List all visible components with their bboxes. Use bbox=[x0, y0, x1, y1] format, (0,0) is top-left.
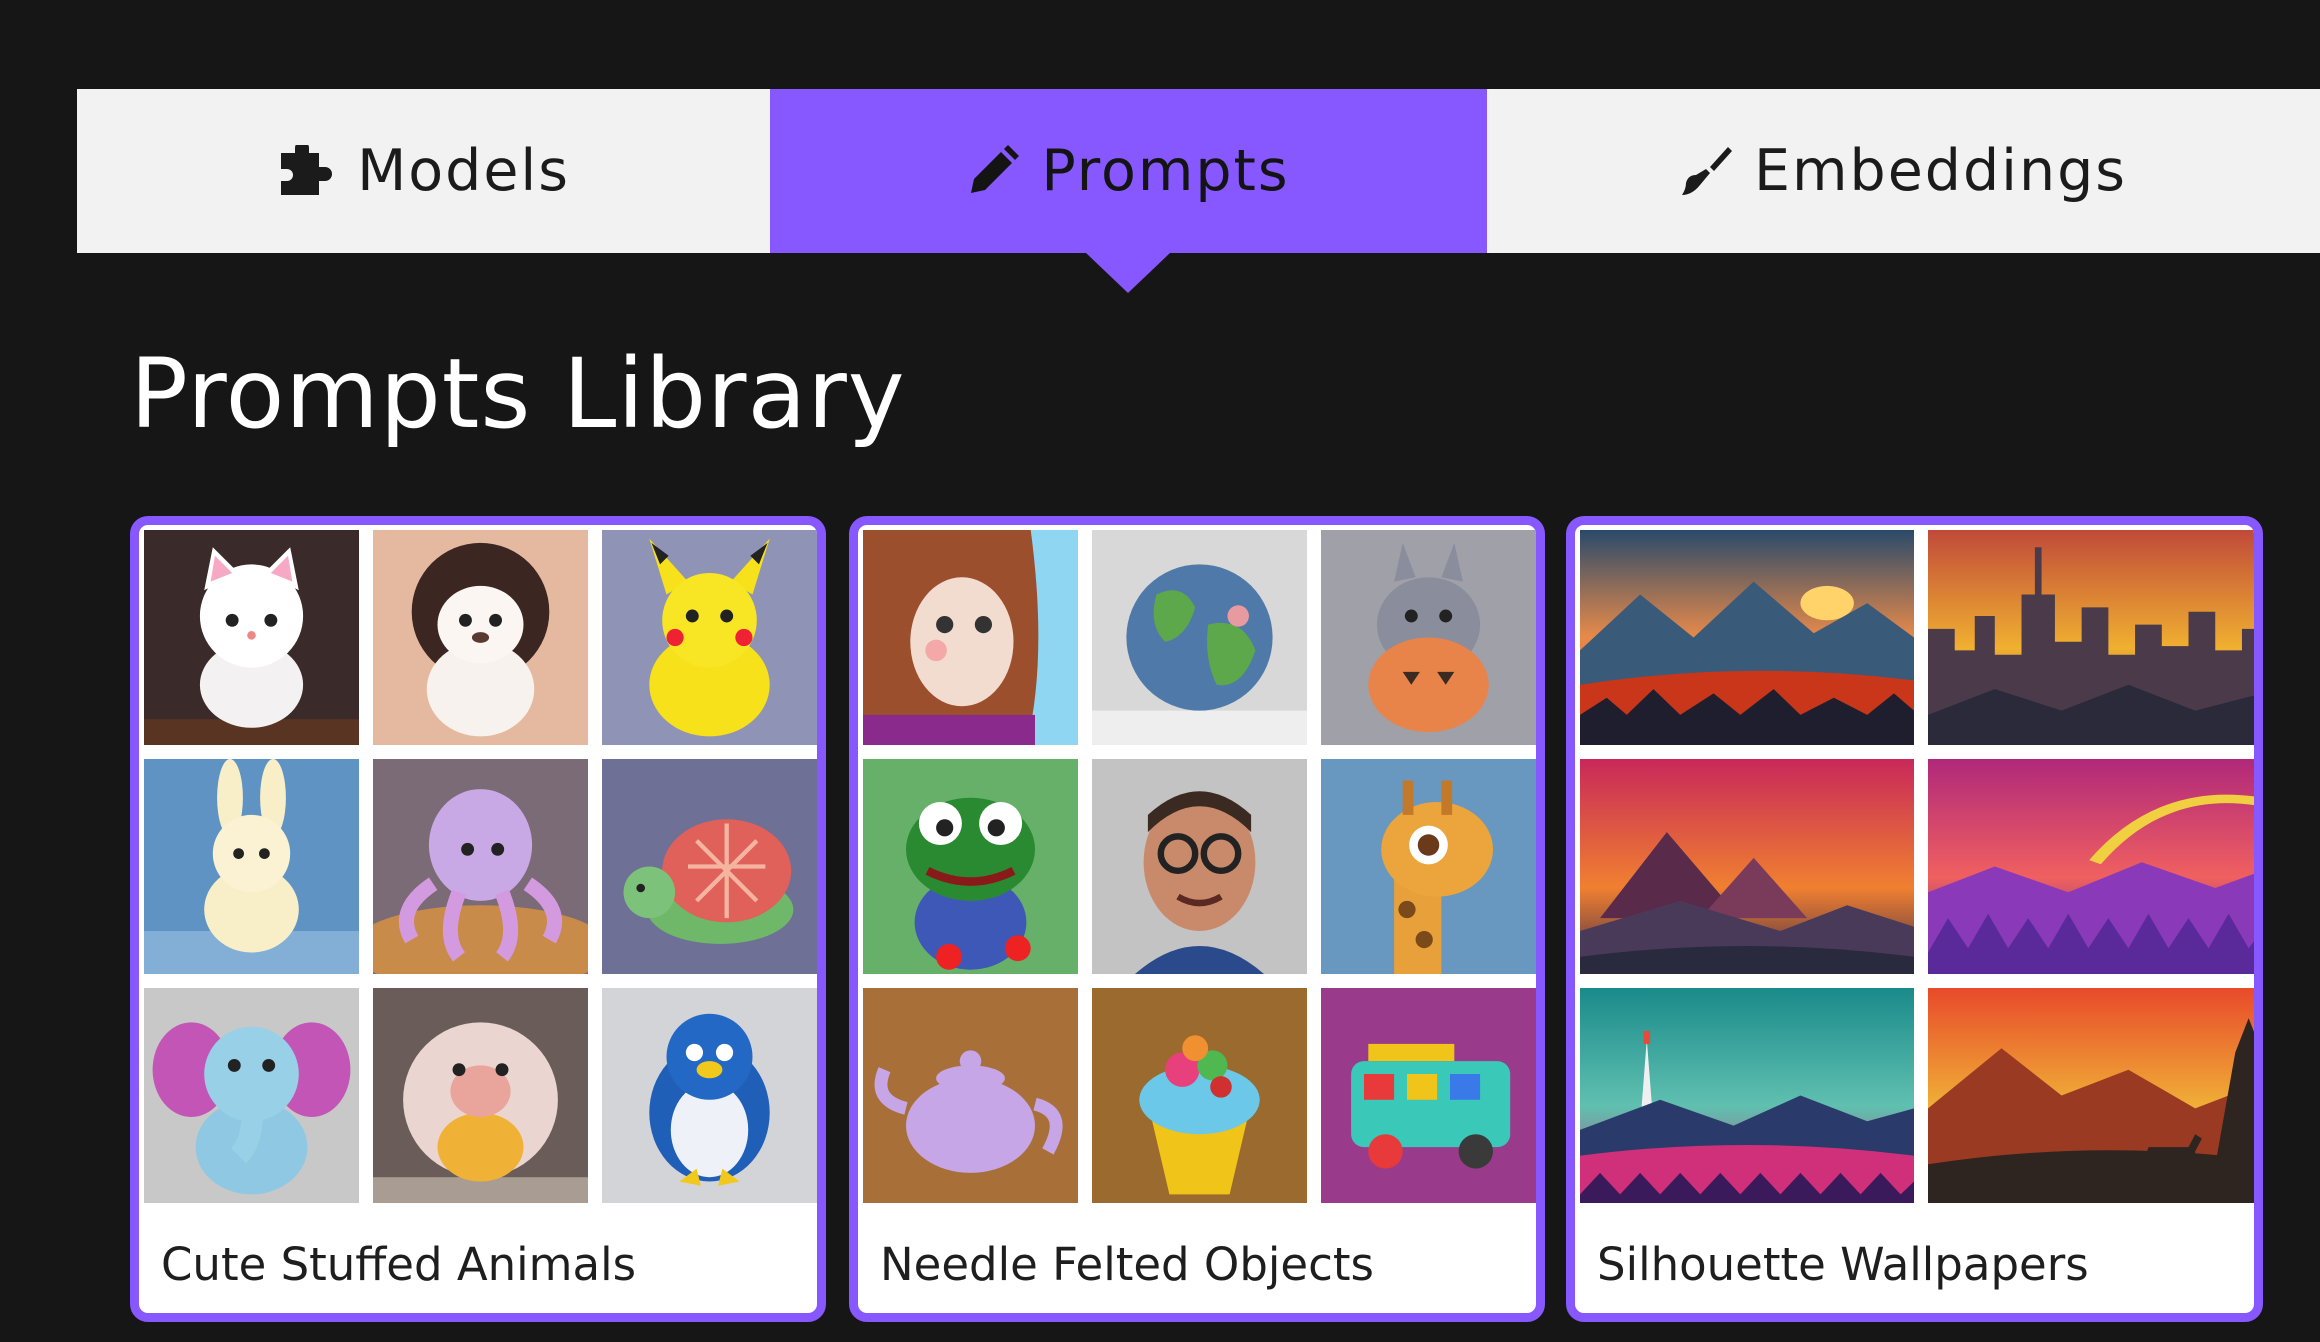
prompt-card-silhouette-wallpapers[interactable]: Silhouette Wallpapers bbox=[1566, 516, 2263, 1322]
tab-models[interactable]: Models bbox=[77, 89, 770, 253]
thumbnail-lion-plush bbox=[373, 530, 588, 745]
thumbnail-felted-frog bbox=[863, 759, 1078, 974]
thumbnail-rocket-launch bbox=[1580, 988, 1914, 1203]
thumbnail-turtle-plush bbox=[602, 759, 817, 974]
page-title: Prompts Library bbox=[130, 338, 906, 450]
card-title: Cute Stuffed Animals bbox=[161, 1238, 637, 1291]
thumbnail-deer-sunset bbox=[1928, 988, 2254, 1203]
thumbnail-hedgehog-plush bbox=[373, 988, 588, 1203]
thumbnail-grid bbox=[863, 530, 1536, 1203]
thumbnail-city-skyline bbox=[1928, 530, 2254, 745]
thumbnail-felted-totoro bbox=[1321, 530, 1536, 745]
pencil-icon bbox=[967, 145, 1020, 197]
thumbnail-felted-girl bbox=[863, 530, 1078, 745]
active-tab-pointer bbox=[1086, 253, 1170, 293]
thumbnail-felted-globe bbox=[1092, 530, 1307, 745]
tab-label: Embeddings bbox=[1754, 138, 2127, 204]
thumbnail-kitten-plush bbox=[144, 530, 359, 745]
tab-label: Prompts bbox=[1041, 138, 1290, 204]
thumbnail-bunny-plush bbox=[144, 759, 359, 974]
thumbnail-penguin-plush bbox=[602, 988, 817, 1203]
card-title: Needle Felted Objects bbox=[880, 1238, 1374, 1291]
thumbnail-felted-teapot bbox=[863, 988, 1078, 1203]
tab-embeddings[interactable]: Embeddings bbox=[1487, 89, 2320, 253]
category-tabs: Models Prompts Embeddings bbox=[77, 89, 2320, 253]
prompt-card-cute-stuffed-animals[interactable]: Cute Stuffed Animals bbox=[130, 516, 826, 1322]
thumbnail-mountain-sunset bbox=[1580, 530, 1914, 745]
thumbnail-felted-giraffe bbox=[1321, 759, 1536, 974]
brush-icon bbox=[1680, 145, 1732, 197]
tab-label: Models bbox=[357, 138, 570, 204]
thumbnail-felted-cupcake bbox=[1092, 988, 1307, 1203]
puzzle-icon bbox=[277, 145, 335, 197]
thumbnail-felted-bus bbox=[1321, 988, 1536, 1203]
thumbnail-rainbow-forest bbox=[1928, 759, 2254, 974]
thumbnail-felted-man-glasses bbox=[1092, 759, 1307, 974]
thumbnail-grid bbox=[144, 530, 817, 1203]
tab-prompts[interactable]: Prompts bbox=[770, 89, 1487, 253]
card-title: Silhouette Wallpapers bbox=[1597, 1238, 2089, 1291]
thumbnail-octopus-plush bbox=[373, 759, 588, 974]
thumbnail-elephant-plush bbox=[144, 988, 359, 1203]
prompt-card-needle-felted-objects[interactable]: Needle Felted Objects bbox=[849, 516, 1545, 1322]
thumbnail-pyramid-dusk bbox=[1580, 759, 1914, 974]
thumbnail-grid bbox=[1580, 530, 2254, 1203]
thumbnail-pikachu-plush bbox=[602, 530, 817, 745]
